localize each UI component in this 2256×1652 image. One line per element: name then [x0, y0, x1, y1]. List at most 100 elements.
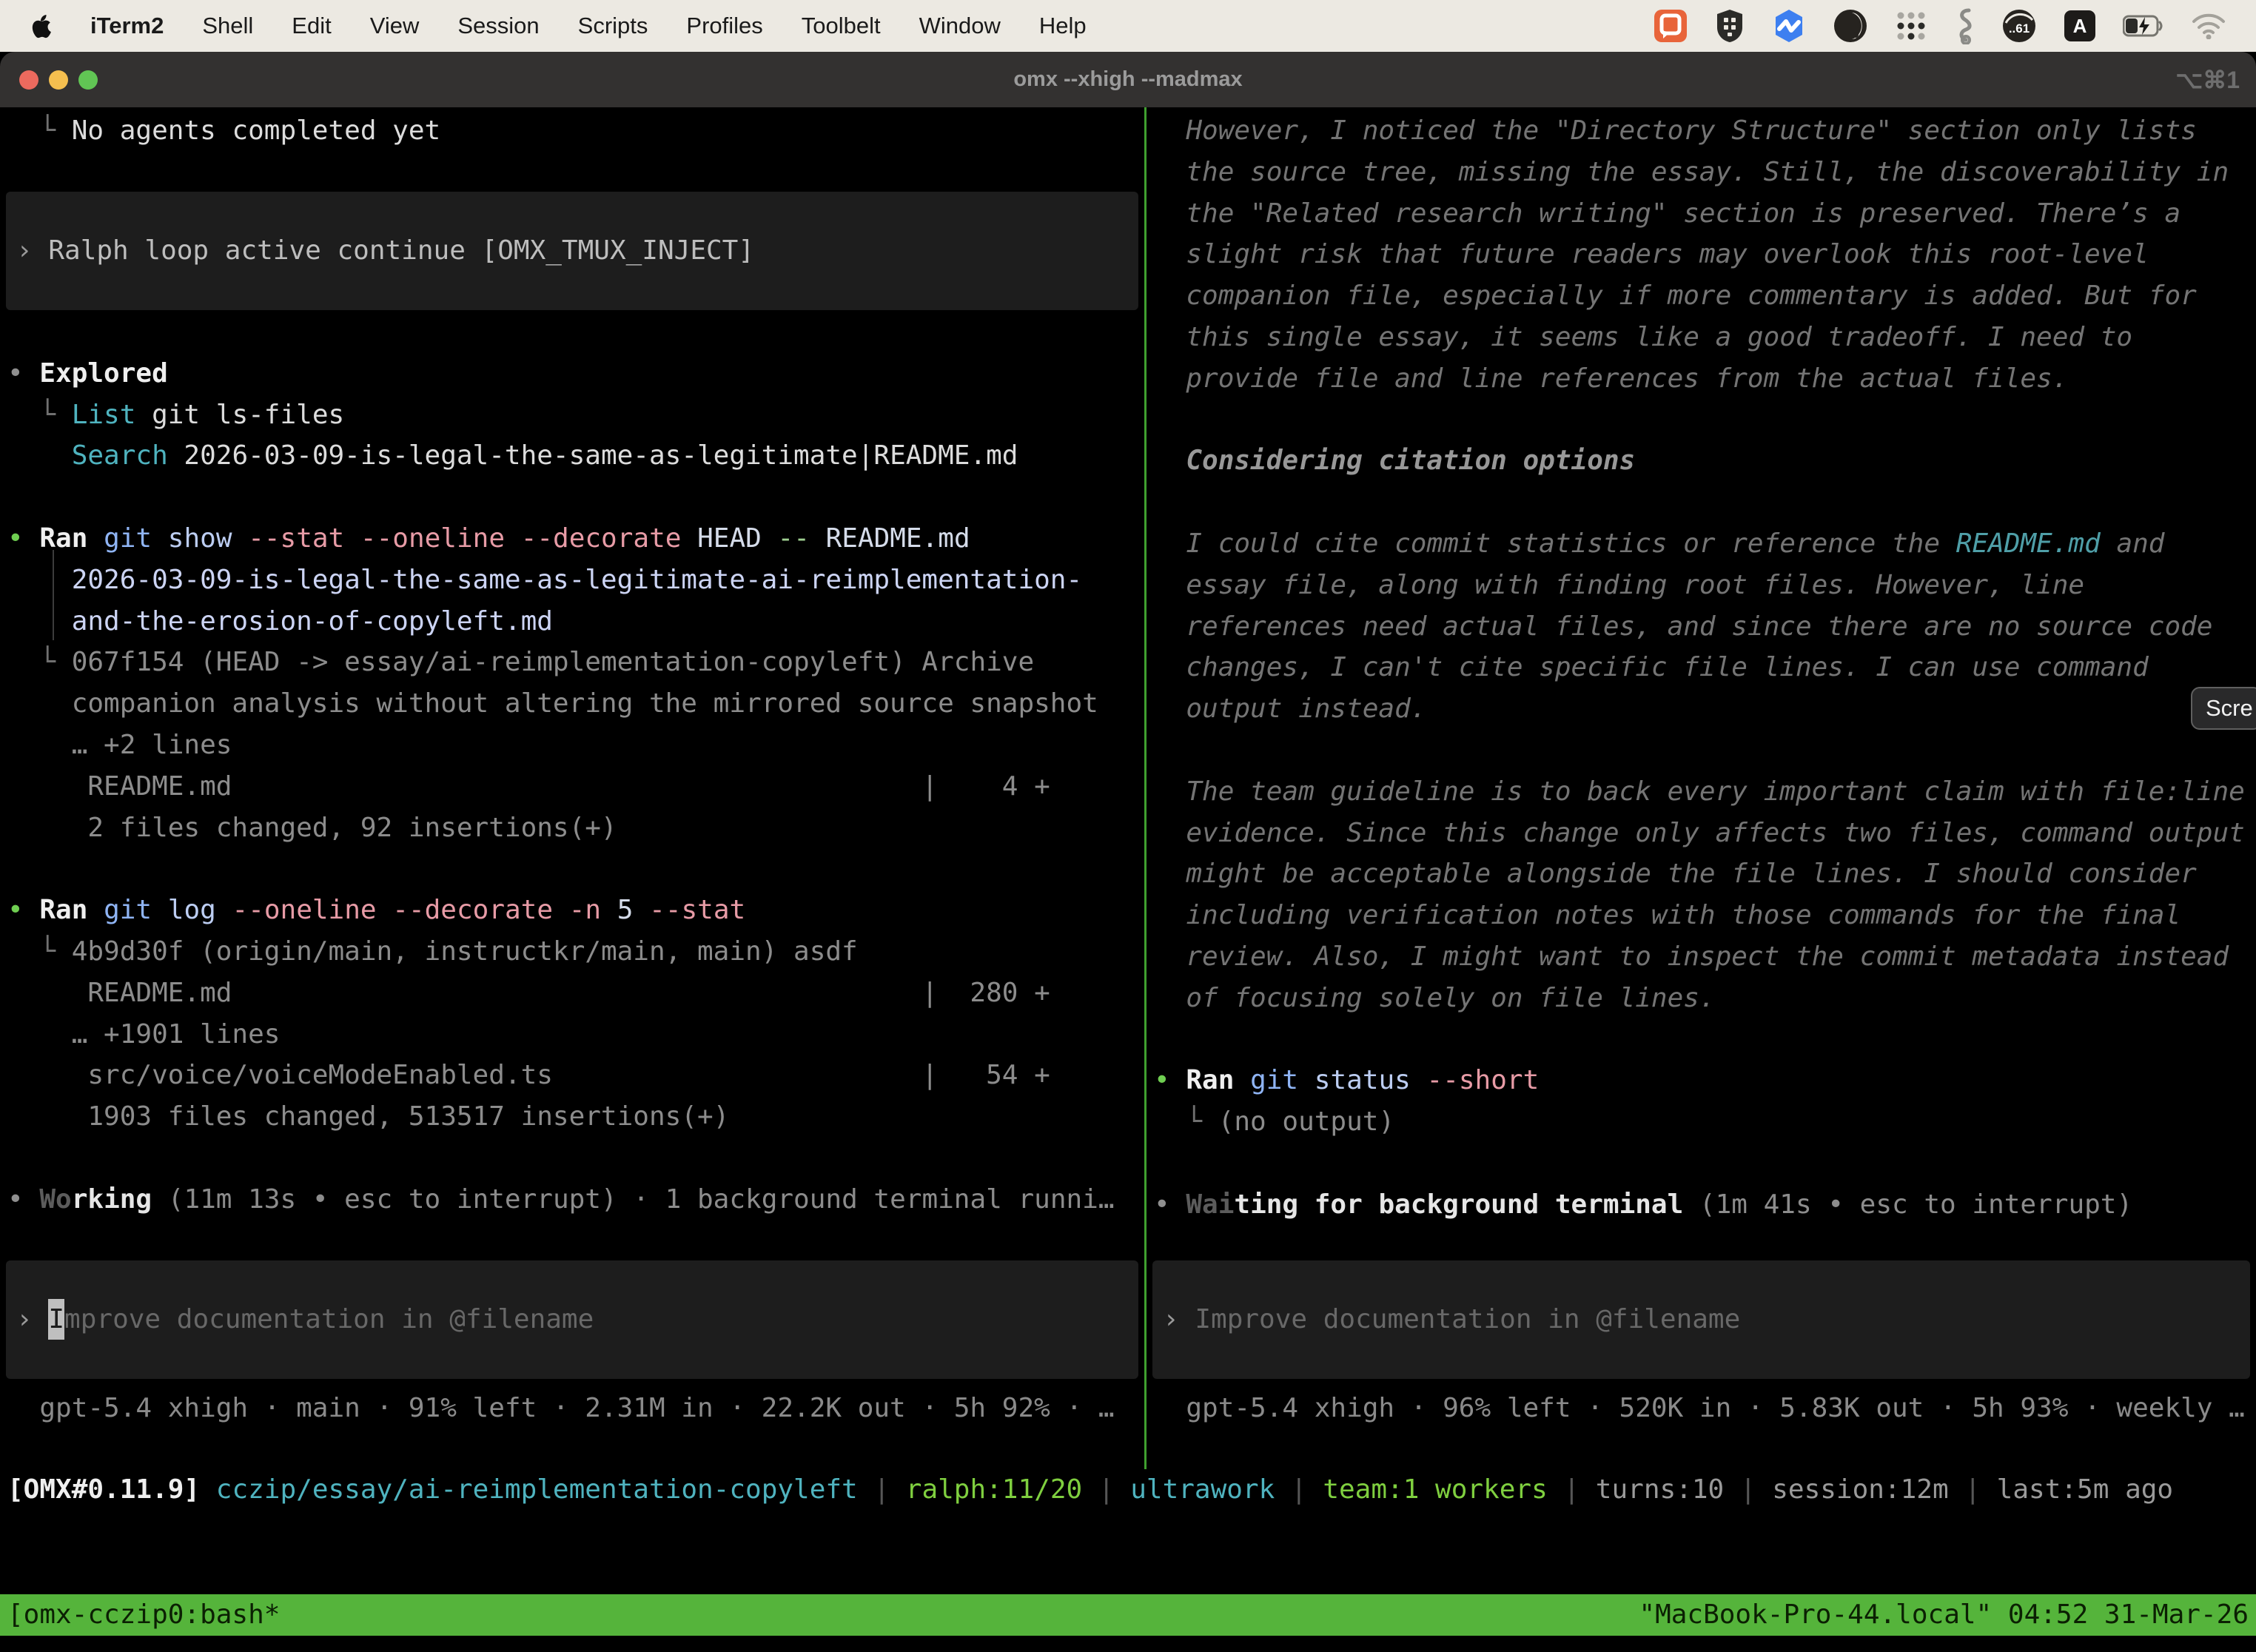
terminal-line: might be acceptable alongside the file l… [1154, 853, 2256, 895]
left-transcript: • Explored └ List git ls-files Search 20… [7, 353, 1144, 1220]
a-square-icon[interactable]: A [2064, 8, 2096, 44]
terminal-line: companion analysis without altering the … [7, 683, 1144, 725]
menu-item-iterm2[interactable]: iTerm2 [90, 13, 164, 39]
terminal-line [1154, 730, 2256, 771]
menu-bar: iTerm2 Shell Edit View Session Scripts P… [0, 0, 2256, 52]
hexagon-bolt-icon[interactable] [1772, 8, 1806, 44]
window-titlebar[interactable]: omx --xhigh --madmax ⌥⌘1 [0, 52, 2256, 107]
terminal-line: └ 067f154 (HEAD -> essay/ai-reimplementa… [7, 642, 1144, 683]
terminal-line: the source tree, missing the essay. Stil… [1154, 152, 2256, 193]
terminal-line [1154, 400, 2256, 441]
ralph-injection-box: › Ralph loop active continue [OMX_TMUX_I… [6, 192, 1138, 310]
menu-item-help[interactable]: Help [1039, 13, 1087, 39]
percent-badge-icon[interactable]: ..61 [2001, 8, 2037, 44]
terminal-line: • Explored [7, 353, 1144, 394]
terminal-line: changes, I can't cite specific file line… [1154, 647, 2256, 688]
terminal-line: • Ran git show --stat --oneline --decora… [7, 518, 1144, 560]
right-transcript: However, I noticed the "Directory Struct… [1154, 110, 2256, 1226]
right-pane[interactable]: However, I noticed the "Directory Struct… [1147, 107, 2256, 1469]
terminal-line: this single essay, it seems like a good … [1154, 317, 2256, 358]
window-shortcut-badge: ⌥⌘1 [2175, 66, 2240, 94]
squiggle-icon[interactable] [1954, 8, 1975, 44]
left-input-box[interactable]: › Improve documentation in @filename [6, 1260, 1138, 1379]
tmux-session-window[interactable]: [omx-cczip0:bash* [7, 1594, 280, 1636]
percent-badge-label: ..61 [2009, 21, 2030, 36]
terminal-line: including verification notes with those … [1154, 895, 2256, 936]
screen-edge-tooltip[interactable]: Scre [2191, 687, 2256, 730]
window-bottom-edge [0, 1636, 2256, 1652]
terminal-line: The team guideline is to back every impo… [1154, 771, 2256, 813]
terminal-line: references need actual files, and since … [1154, 606, 2256, 648]
terminal-line [1154, 482, 2256, 523]
ralph-loop-text: Ralph loop active continue [OMX_TMUX_INJ… [48, 230, 754, 272]
menu-item-window[interactable]: Window [919, 13, 1001, 39]
menu-item-view[interactable]: View [370, 13, 420, 39]
terminal-line: output instead. [1154, 688, 2256, 730]
right-model-statusline: gpt-5.4 xhigh · 96% left · 520K in · 5.8… [1154, 1388, 2256, 1429]
crescent-circle-icon[interactable] [1833, 8, 1868, 44]
menu-item-shell[interactable]: Shell [202, 13, 253, 39]
tree-guide-line [53, 550, 54, 640]
terminal-line: • Working (11m 13s • esc to interrupt) ·… [7, 1179, 1144, 1220]
left-input-placeholder: mprove documentation in @filename [64, 1299, 594, 1340]
traffic-lights [19, 52, 98, 107]
terminal-line [1154, 1143, 2256, 1184]
terminal-line: README.md | 280 + [7, 973, 1144, 1014]
terminal-line: essay file, along with finding root file… [1154, 565, 2256, 606]
tmux-status-bar: [omx-cczip0:bash* "MacBook-Pro-44.local"… [0, 1594, 2256, 1636]
apple-menu-icon[interactable] [30, 11, 55, 41]
terminal-line: src/voice/voiceModeEnabled.ts | 54 + [7, 1055, 1144, 1096]
terminal-line [1154, 1019, 2256, 1061]
prompt-chevron: › [16, 230, 48, 272]
terminal-line: the "Related research writing" section i… [1154, 193, 2256, 235]
terminal-line: Search 2026-03-09-is-legal-the-same-as-l… [7, 435, 1144, 477]
terminal-line: 2 files changed, 92 insertions(+) [7, 807, 1144, 849]
terminal-line: provide file and line references from th… [1154, 358, 2256, 400]
terminal-line [7, 848, 1144, 890]
terminal-line: └ List git ls-files [7, 394, 1144, 436]
menu-items: iTerm2 Shell Edit View Session Scripts P… [90, 13, 1087, 39]
terminal-line: … +2 lines [7, 725, 1144, 766]
minimize-button[interactable] [49, 70, 68, 90]
left-pane[interactable]: └ No agents completed yet › Ralph loop a… [0, 107, 1144, 1469]
menu-status-icons: ..61 A [1654, 8, 2226, 44]
menu-item-session[interactable]: Session [457, 13, 539, 39]
right-input-box[interactable]: › Improve documentation in @filename [1152, 1260, 2250, 1379]
dots-grid-icon[interactable] [1895, 8, 1927, 44]
menu-item-edit[interactable]: Edit [292, 13, 331, 39]
menu-item-toolbelt[interactable]: Toolbelt [802, 13, 881, 39]
right-input-placeholder: Improve documentation in @filename [1195, 1299, 1740, 1340]
terminal-line [7, 477, 1144, 518]
terminal-line: and-the-erosion-of-copyleft.md [7, 601, 1144, 642]
menu-item-scripts[interactable]: Scripts [578, 13, 648, 39]
iterm2-window: omx --xhigh --madmax ⌥⌘1 └ No agents com… [0, 52, 2256, 1652]
chat-icon[interactable] [1654, 8, 1688, 44]
window-title: omx --xhigh --madmax [1013, 67, 1242, 92]
terminal-line: companion file, especially if more comme… [1154, 275, 2256, 317]
terminal-line: └ 4b9d30f (origin/main, instructkr/main,… [7, 931, 1144, 973]
wifi-icon[interactable] [2191, 8, 2226, 44]
terminal-line [7, 1138, 1144, 1179]
terminal-line: └ (no output) [1154, 1101, 2256, 1143]
terminal-line: └ No agents completed yet [7, 110, 1144, 152]
terminal-line: 2026-03-09-is-legal-the-same-as-legitima… [7, 560, 1144, 601]
menu-item-profiles[interactable]: Profiles [686, 13, 762, 39]
prompt-chevron: › [1163, 1299, 1195, 1340]
shield-grid-icon[interactable] [1714, 8, 1745, 44]
left-model-statusline: gpt-5.4 xhigh · main · 91% left · 2.31M … [7, 1388, 1144, 1429]
a-square-label: A [2073, 15, 2087, 37]
left-pre-lines: └ No agents completed yet [7, 110, 1144, 152]
zoom-button[interactable] [78, 70, 98, 90]
terminal-line: of focusing solely on file lines. [1154, 978, 2256, 1019]
omx-status-bar: [OMX#0.11.9] cczip/essay/ai-reimplementa… [0, 1469, 2256, 1511]
block-cursor: I [48, 1299, 64, 1340]
terminal-line: I could cite commit statistics or refere… [1154, 523, 2256, 565]
terminal-line: README.md | 4 + [7, 766, 1144, 807]
battery-icon[interactable] [2123, 8, 2164, 44]
tmux-host-clock: "MacBook-Pro-44.local" 04:52 31-Mar-26 [1639, 1594, 2249, 1636]
terminal-content: └ No agents completed yet › Ralph loop a… [0, 107, 2256, 1469]
close-button[interactable] [19, 70, 38, 90]
terminal-line: 1903 files changed, 513517 insertions(+) [7, 1096, 1144, 1138]
prompt-chevron: › [16, 1299, 48, 1340]
terminal-line: review. Also, I might want to inspect th… [1154, 936, 2256, 978]
